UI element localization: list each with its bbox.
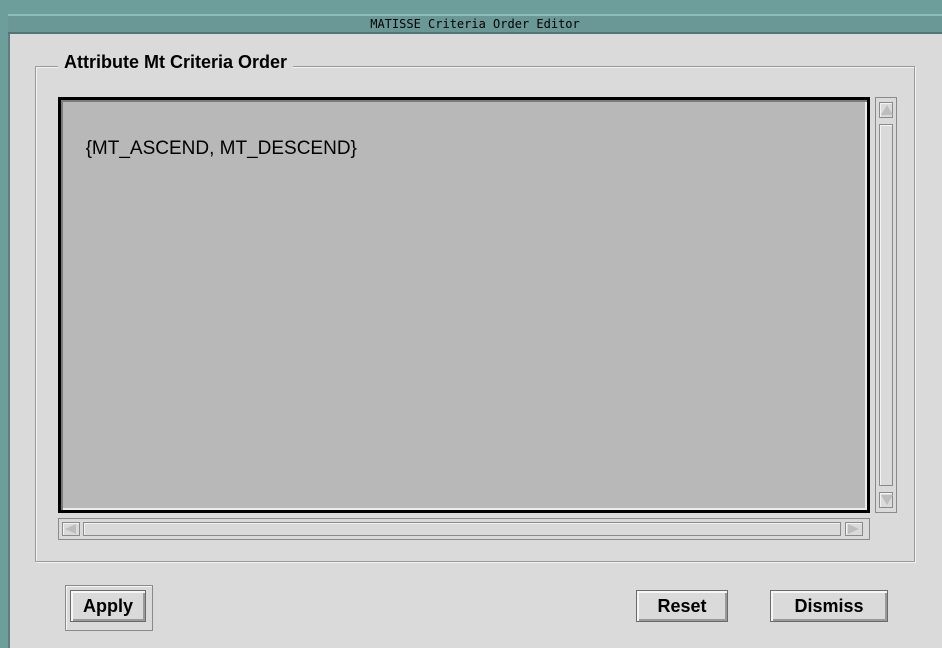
window-titlebar[interactable]: MATISSE Criteria Order Editor	[8, 14, 942, 34]
horizontal-scroll-thumb[interactable]	[83, 522, 841, 536]
horizontal-scrollbar[interactable]	[58, 518, 870, 540]
window-title: MATISSE Criteria Order Editor	[370, 17, 580, 31]
vertical-scroll-thumb[interactable]	[879, 124, 893, 486]
criteria-order-textarea[interactable]: {MT_ASCEND, MT_DESCEND}	[58, 97, 870, 513]
scroll-left-button[interactable]	[62, 522, 80, 536]
scroll-up-button[interactable]	[879, 102, 893, 118]
arrow-down-icon	[881, 495, 893, 505]
frame-title: Attribute Mt Criteria Order	[58, 52, 294, 72]
apply-button[interactable]: Apply	[70, 590, 146, 622]
scroll-right-button[interactable]	[845, 522, 863, 536]
dismiss-button[interactable]: Dismiss	[770, 590, 888, 622]
arrow-up-icon	[881, 105, 893, 115]
criteria-order-value: {MT_ASCEND, MT_DESCEND}	[85, 138, 357, 159]
arrow-right-icon	[848, 524, 859, 534]
arrow-left-icon	[65, 524, 76, 534]
scroll-down-button[interactable]	[879, 492, 893, 508]
reset-button[interactable]: Reset	[636, 590, 728, 622]
vertical-scrollbar[interactable]	[875, 97, 897, 513]
